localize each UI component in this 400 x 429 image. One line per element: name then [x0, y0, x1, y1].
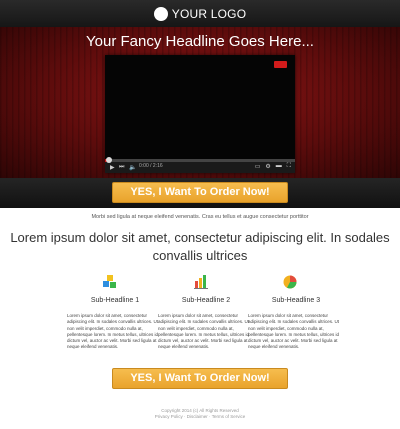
- logo-circle-icon: [153, 6, 168, 21]
- fullscreen-icon[interactable]: ⛶: [287, 163, 291, 170]
- order-button-bottom[interactable]: YES, I Want To Order Now!: [112, 368, 288, 389]
- video-controls: ▶ ⏭ 🔈 0:00 / 2:16 ▭ ⚙ ▬ ⛶: [105, 157, 295, 173]
- settings-gear-icon[interactable]: ⚙: [265, 163, 270, 170]
- youtube-logo-icon: [274, 61, 287, 68]
- captions-icon[interactable]: ▭: [255, 163, 261, 170]
- video-player[interactable]: ▶ ⏭ 🔈 0:00 / 2:16 ▭ ⚙ ▬ ⛶: [105, 55, 295, 173]
- video-scrubber[interactable]: [106, 157, 112, 163]
- volume-icon[interactable]: 🔈: [129, 164, 136, 171]
- video-right-controls: ▭ ⚙ ▬ ⛶: [255, 163, 291, 170]
- footer-copyright: Copyright 2014 (c) All Rights Reserved: [161, 408, 239, 413]
- next-icon[interactable]: ⏭: [119, 164, 124, 171]
- pie-chart-icon: [283, 275, 297, 289]
- logo-text: YOUR LOGO: [171, 6, 247, 21]
- blocks-icon: [103, 275, 116, 288]
- intro-subline: Morbi sed ligula at neque eleifend venen…: [91, 214, 309, 220]
- footer: Copyright 2014 (c) All Rights Reserved P…: [0, 408, 400, 420]
- theater-icon[interactable]: ▬: [276, 163, 282, 170]
- bar-chart-icon: [194, 275, 208, 289]
- lead-text: Lorem ipsum dolor sit amet, consectetur …: [10, 230, 390, 263]
- hero-section: Your Fancy Headline Goes Here... ▶ ⏭ 🔈 0…: [0, 27, 400, 178]
- feature-text-3: Lorem ipsum dolor sit amet, consectetur …: [248, 313, 340, 350]
- top-bar: YOUR LOGO: [0, 0, 400, 27]
- feature-text-1: Lorem ipsum dolor sit amet, consectetur …: [67, 313, 159, 350]
- page-headline: Your Fancy Headline Goes Here...: [86, 33, 314, 50]
- video-time: 0:00 / 2:16: [139, 163, 163, 169]
- video-progress-bar[interactable]: [105, 157, 295, 163]
- play-icon[interactable]: ▶: [110, 164, 115, 171]
- feature-title-2: Sub-Headline 2: [181, 297, 231, 304]
- feature-title-3: Sub-Headline 3: [271, 297, 321, 304]
- feature-title-1: Sub-Headline 1: [90, 297, 140, 304]
- feature-text-2: Lorem ipsum dolor sit amet, consectetur …: [158, 313, 250, 350]
- order-button-top[interactable]: YES, I Want To Order Now!: [112, 182, 288, 203]
- logo[interactable]: YOUR LOGO: [153, 6, 247, 21]
- footer-links[interactable]: Privacy Policy · Disclaimer · Terms of S…: [0, 414, 400, 420]
